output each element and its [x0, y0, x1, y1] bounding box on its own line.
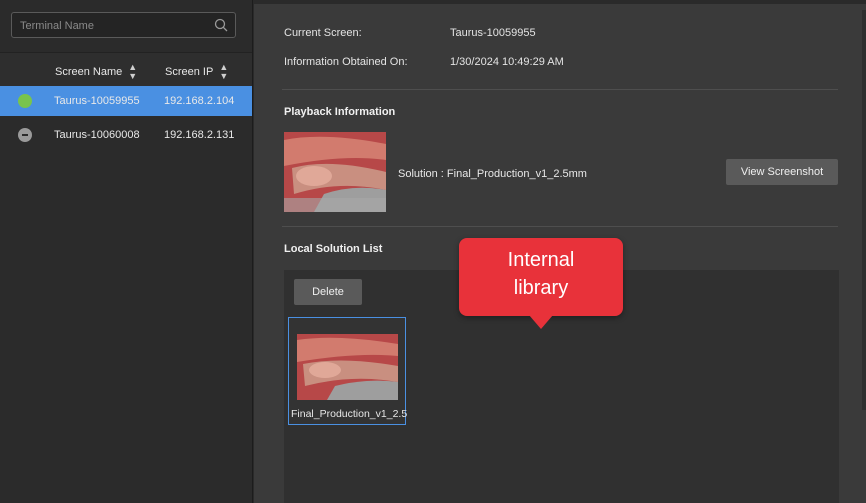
- screen-ip-cell: 192.168.2.131: [164, 129, 235, 141]
- callout-text: Internal library: [507, 249, 575, 299]
- solution-name: Solution : Final_Production_v1_2.5mm: [398, 168, 587, 180]
- screen-ip-cell: 192.168.2.104: [164, 95, 235, 107]
- column-header-screen-name[interactable]: Screen Name ▲ ▼: [55, 63, 137, 81]
- table-row[interactable]: Taurus-10060008 192.168.2.131: [0, 120, 252, 150]
- terminal-search: [11, 12, 236, 38]
- delete-button[interactable]: Delete: [294, 279, 362, 305]
- obtained-on-label: Information Obtained On:: [284, 56, 408, 68]
- solution-card[interactable]: Final_Production_v1_2.5...: [288, 317, 407, 425]
- table-row[interactable]: Taurus-10059955 192.168.2.104: [0, 86, 252, 116]
- obtained-on-value: 1/30/2024 10:49:29 AM: [450, 56, 564, 68]
- terminal-search-input[interactable]: [18, 16, 212, 36]
- current-screen-value: Taurus-10059955: [450, 27, 536, 39]
- current-screen-label: Current Screen:: [284, 27, 362, 39]
- playback-info-title: Playback Information: [284, 106, 396, 118]
- playback-thumbnail: [284, 132, 386, 212]
- divider: [282, 89, 838, 90]
- column-label: Screen Name: [55, 66, 123, 78]
- column-header-screen-ip[interactable]: Screen IP ▲ ▼: [165, 63, 228, 81]
- sort-icon[interactable]: ▲ ▼: [128, 63, 137, 81]
- divider: [282, 226, 838, 227]
- screen-name-cell: Taurus-10060008: [54, 129, 140, 141]
- terminal-panel: Screen Name ▲▼ Screen IP ▲▼ Taurus-10059…: [0, 0, 253, 503]
- search-icon[interactable]: [214, 18, 228, 32]
- screen-table-header: Screen Name ▲ ▼ Screen IP ▲ ▼: [0, 52, 252, 88]
- status-offline-icon: [18, 128, 32, 142]
- solution-thumbnail: [297, 334, 398, 400]
- screen-name-cell: Taurus-10059955: [54, 95, 140, 107]
- status-online-icon: [18, 94, 32, 108]
- local-solution-list-title: Local Solution List: [284, 243, 383, 255]
- column-label: Screen IP: [165, 66, 214, 78]
- annotation-callout: Internal library: [459, 238, 623, 329]
- view-screenshot-button[interactable]: View Screenshot: [726, 159, 838, 185]
- solution-card-name: Final_Production_v1_2.5...: [291, 408, 407, 420]
- scrollbar[interactable]: [862, 10, 866, 410]
- sort-icon[interactable]: ▲ ▼: [219, 63, 228, 81]
